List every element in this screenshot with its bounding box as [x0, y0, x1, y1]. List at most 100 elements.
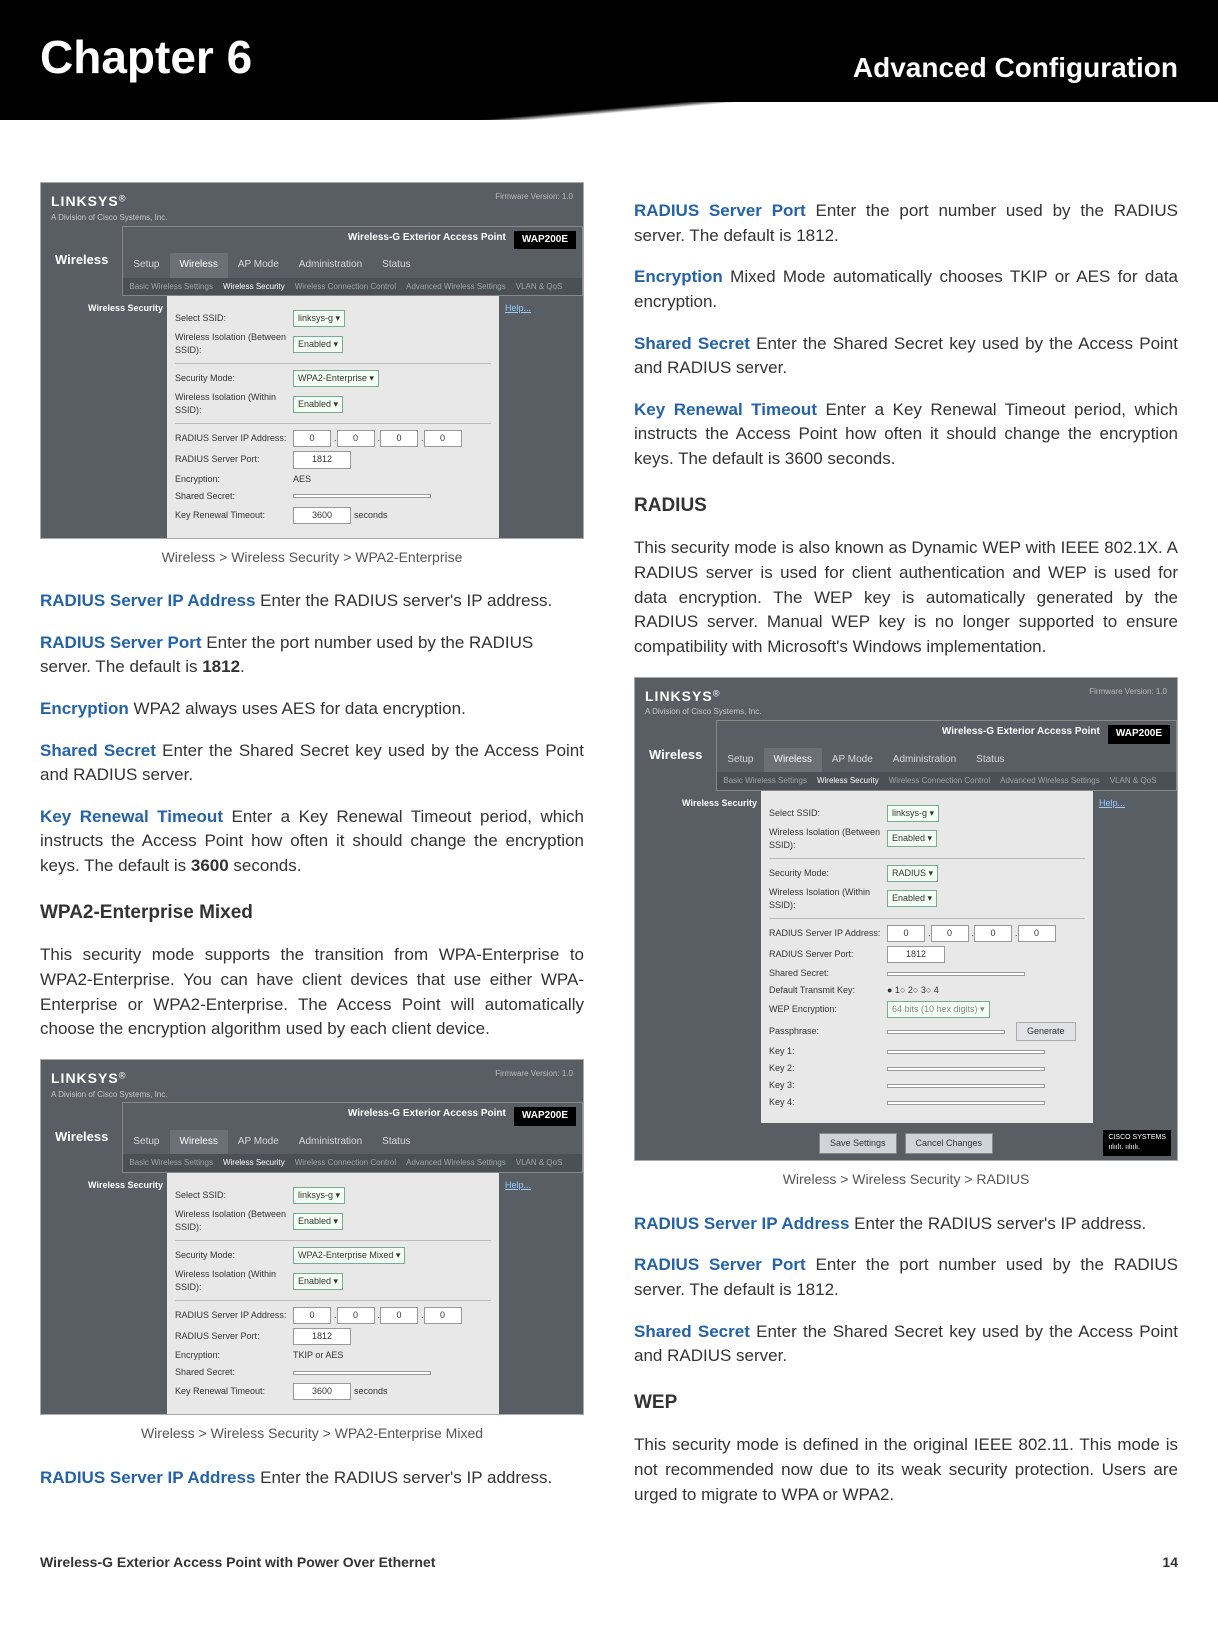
rip-label: RADIUS Server IP Address:: [769, 927, 887, 940]
mode-select[interactable]: RADIUS ▾: [887, 865, 938, 882]
save-button[interactable]: Save Settings: [819, 1133, 897, 1154]
subtab-conn[interactable]: Wireless Connection Control: [889, 776, 990, 785]
pass-input[interactable]: [887, 1030, 1005, 1034]
subtab-basic[interactable]: Basic Wireless Settings: [129, 282, 213, 291]
subtab-vlan[interactable]: VLAN & QoS: [516, 1158, 563, 1167]
mode-select[interactable]: WPA2-Enterprise ▾: [293, 370, 379, 387]
renew-unit: seconds: [354, 509, 388, 522]
para-rport: RADIUS Server Port Enter the port number…: [40, 631, 584, 680]
product-name: Wireless-G Exterior Access Point: [348, 1107, 506, 1126]
k4-input[interactable]: [887, 1101, 1045, 1105]
mode-select[interactable]: WPA2-Enterprise Mixed ▾: [293, 1247, 405, 1264]
ssid-select[interactable]: linksys-g ▾: [887, 805, 939, 822]
rip-label: RADIUS Server IP Address:: [175, 1309, 293, 1322]
rip-3[interactable]: 0: [974, 925, 1012, 942]
rip-2[interactable]: 0: [337, 1307, 375, 1324]
iso1-select[interactable]: Enabled ▾: [293, 336, 343, 353]
dtk-4[interactable]: ○ 4: [926, 984, 939, 997]
tab-status[interactable]: Status: [372, 1130, 420, 1155]
rip-1[interactable]: 0: [887, 925, 925, 942]
dtk-3[interactable]: ○ 3: [913, 984, 926, 997]
firmware-text: Firmware Version: 1.0: [495, 191, 573, 212]
iso2-select[interactable]: Enabled ▾: [293, 1273, 343, 1290]
para-rport-3: RADIUS Server Port Enter the port number…: [634, 1253, 1178, 1302]
iso1-select[interactable]: Enabled ▾: [293, 1213, 343, 1230]
rip-1[interactable]: 0: [293, 1307, 331, 1324]
iso1-select[interactable]: Enabled ▾: [887, 830, 937, 847]
brand-logo: LINKSYS: [645, 688, 713, 704]
tab-status[interactable]: Status: [966, 748, 1014, 773]
subtab-basic[interactable]: Basic Wireless Settings: [723, 776, 807, 785]
wepenc-select[interactable]: 64 bits (10 hex digits) ▾: [887, 1001, 990, 1018]
generate-button[interactable]: Generate: [1016, 1022, 1076, 1041]
renew-input[interactable]: 3600: [293, 1383, 351, 1400]
k2-input[interactable]: [887, 1067, 1045, 1071]
subtab-conn[interactable]: Wireless Connection Control: [295, 282, 396, 291]
subtab-adv[interactable]: Advanced Wireless Settings: [406, 282, 506, 291]
help-link[interactable]: Help...: [499, 1173, 583, 1415]
tab-admin[interactable]: Administration: [289, 1130, 372, 1155]
para-rip: RADIUS Server IP Address Enter the RADIU…: [40, 589, 584, 614]
ssid-select[interactable]: linksys-g ▾: [293, 1187, 345, 1204]
tab-apmode[interactable]: AP Mode: [822, 748, 883, 773]
tab-apmode[interactable]: AP Mode: [228, 1130, 289, 1155]
rip-3[interactable]: 0: [380, 430, 418, 447]
tab-setup[interactable]: Setup: [123, 1130, 169, 1155]
firmware-text: Firmware Version: 1.0: [1089, 686, 1167, 707]
cancel-button[interactable]: Cancel Changes: [905, 1133, 994, 1154]
renew-input[interactable]: 3600: [293, 507, 351, 524]
help-link[interactable]: Help...: [499, 296, 583, 538]
heading-radius: RADIUS: [634, 492, 1178, 520]
rport-input[interactable]: 1812: [293, 1328, 351, 1345]
tab-wireless[interactable]: Wireless: [170, 253, 228, 278]
k1-input[interactable]: [887, 1050, 1045, 1054]
ssid-label: Select SSID:: [175, 312, 293, 325]
tab-wireless[interactable]: Wireless: [170, 1130, 228, 1155]
rip-1[interactable]: 0: [293, 430, 331, 447]
para-enc-2: Encryption Mixed Mode automatically choo…: [634, 265, 1178, 314]
help-link[interactable]: Help...: [1093, 791, 1177, 1124]
subtab-security[interactable]: Wireless Security: [223, 1158, 285, 1167]
iso2-select[interactable]: Enabled ▾: [293, 396, 343, 413]
rip-4[interactable]: 0: [424, 430, 462, 447]
subtab-vlan[interactable]: VLAN & QoS: [1110, 776, 1157, 785]
tab-setup[interactable]: Setup: [717, 748, 763, 773]
k3-input[interactable]: [887, 1084, 1045, 1088]
iso2-select[interactable]: Enabled ▾: [887, 890, 937, 907]
secret-input[interactable]: [887, 972, 1025, 976]
product-name: Wireless-G Exterior Access Point: [942, 725, 1100, 744]
dtk-1[interactable]: ● 1: [887, 984, 900, 997]
para-rip-3: RADIUS Server IP Address Enter the RADIU…: [634, 1212, 1178, 1237]
tab-apmode[interactable]: AP Mode: [228, 253, 289, 278]
para-secret-3: Shared Secret Enter the Shared Secret ke…: [634, 1320, 1178, 1369]
chapter-title: Chapter 6: [40, 30, 252, 84]
rip-3[interactable]: 0: [380, 1307, 418, 1324]
tab-admin[interactable]: Administration: [289, 253, 372, 278]
dtk-2[interactable]: ○ 2: [900, 984, 913, 997]
subtab-conn[interactable]: Wireless Connection Control: [295, 1158, 396, 1167]
rport-input[interactable]: 1812: [293, 451, 351, 468]
rip-2[interactable]: 0: [931, 925, 969, 942]
dtk-label: Default Transmit Key:: [769, 984, 887, 997]
rport-input[interactable]: 1812: [887, 946, 945, 963]
secret-input[interactable]: [293, 494, 431, 498]
rip-4[interactable]: 0: [1018, 925, 1056, 942]
subtab-security[interactable]: Wireless Security: [817, 776, 879, 785]
subtab-vlan[interactable]: VLAN & QoS: [516, 282, 563, 291]
model-badge: WAP200E: [514, 231, 576, 250]
rip-4[interactable]: 0: [424, 1307, 462, 1324]
ssid-select[interactable]: linksys-g ▾: [293, 310, 345, 327]
tab-status[interactable]: Status: [372, 253, 420, 278]
tab-admin[interactable]: Administration: [883, 748, 966, 773]
screenshot-wpa2-enterprise: LINKSYS®Firmware Version: 1.0 A Division…: [40, 182, 584, 539]
tab-setup[interactable]: Setup: [123, 253, 169, 278]
subtab-adv[interactable]: Advanced Wireless Settings: [406, 1158, 506, 1167]
tab-wireless[interactable]: Wireless: [764, 748, 822, 773]
secret-input[interactable]: [293, 1371, 431, 1375]
enc-label: Encryption:: [175, 473, 293, 486]
subtab-basic[interactable]: Basic Wireless Settings: [129, 1158, 213, 1167]
rip-2[interactable]: 0: [337, 430, 375, 447]
subtab-security[interactable]: Wireless Security: [223, 282, 285, 291]
product-name: Wireless-G Exterior Access Point: [348, 231, 506, 250]
subtab-adv[interactable]: Advanced Wireless Settings: [1000, 776, 1100, 785]
